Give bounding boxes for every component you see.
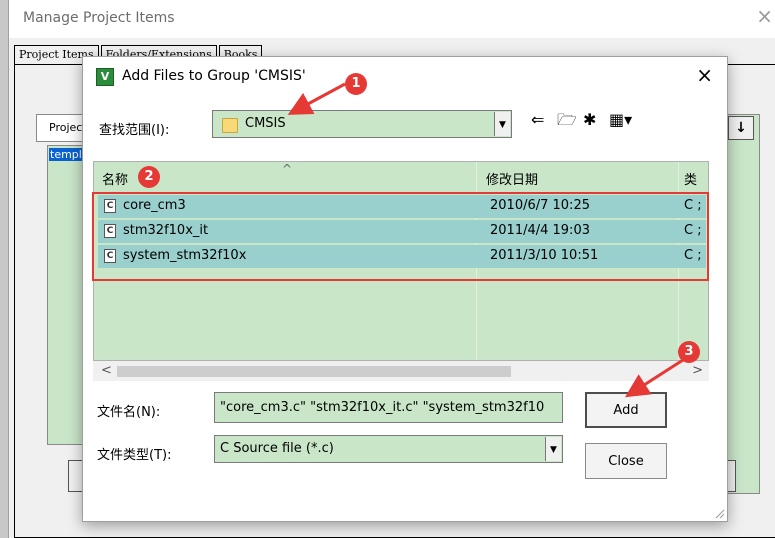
scroll-right-icon[interactable]: > xyxy=(692,363,703,378)
filetype-value: C Source file (*.c) xyxy=(220,441,334,456)
filetype-combo[interactable]: C Source file (*.c) ▼ xyxy=(214,435,563,463)
window-edge xyxy=(0,0,9,538)
look-in-value: CMSIS xyxy=(245,116,286,131)
new-folder-icon[interactable]: ✱ xyxy=(583,112,596,128)
filetype-label: 文件类型(T): xyxy=(97,448,172,463)
look-in-combo[interactable]: CMSIS ▼ xyxy=(212,110,512,138)
keil-app-icon: V xyxy=(96,68,114,86)
look-in-dropdown-arrow[interactable]: ▼ xyxy=(494,112,510,136)
column-header-modified[interactable]: 修改日期 xyxy=(486,162,538,188)
column-header-type[interactable]: 类 xyxy=(684,162,697,188)
view-menu-icon[interactable]: ▦▾ xyxy=(609,112,632,128)
step-badge-1: 1 xyxy=(345,73,367,95)
filetype-dropdown-arrow[interactable]: ▼ xyxy=(545,437,561,461)
step-badge-2: 2 xyxy=(138,166,160,188)
move-down-button[interactable]: ↓ xyxy=(728,116,754,140)
folder-icon xyxy=(222,118,238,133)
look-in-label: 查找范围(I): xyxy=(99,123,170,138)
filename-input[interactable]: "core_cm3.c" "stm32f10x_it.c" "system_st… xyxy=(214,392,563,423)
close-button[interactable]: Close xyxy=(585,443,667,479)
dialog-close-icon[interactable]: × xyxy=(696,65,713,85)
add-button[interactable]: Add xyxy=(585,392,667,428)
horizontal-scrollbar[interactable]: < > xyxy=(93,361,709,381)
add-files-dialog: V Add Files to Group 'CMSIS' × 查找范围(I): … xyxy=(82,56,728,522)
column-header-name[interactable]: 名称 xyxy=(102,162,128,188)
bg-window-title: Manage Project Items xyxy=(23,10,175,26)
sort-ascending-icon: ^ xyxy=(282,162,293,176)
project-list-item[interactable]: templ xyxy=(49,148,83,161)
up-folder-icon[interactable]: 🗁 xyxy=(557,112,577,128)
scroll-left-icon[interactable]: < xyxy=(101,363,112,378)
bg-close-icon[interactable]: × xyxy=(756,6,773,26)
filename-label: 文件名(N): xyxy=(97,405,161,420)
step-badge-3: 3 xyxy=(678,341,700,363)
bg-titlebar: Manage Project Items × xyxy=(9,0,775,38)
dialog-title: Add Files to Group 'CMSIS' xyxy=(122,68,306,84)
resize-grip-icon[interactable] xyxy=(713,507,725,519)
selection-highlight-box xyxy=(92,192,709,281)
back-icon[interactable]: ⇐ xyxy=(531,112,544,128)
scroll-thumb[interactable] xyxy=(117,366,511,377)
